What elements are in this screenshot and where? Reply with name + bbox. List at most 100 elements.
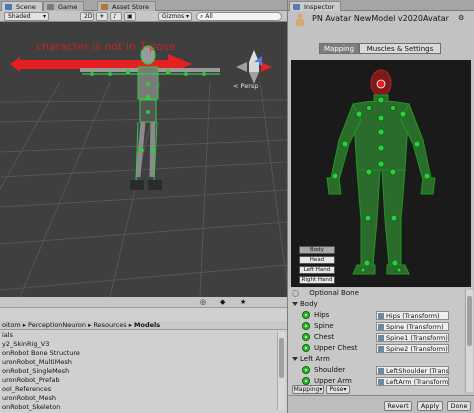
crumb-1[interactable]: PerceptionNeuron bbox=[28, 321, 86, 329]
list-item[interactable]: uronRobot_Prefab bbox=[2, 376, 60, 385]
speaker-icon: ♪ bbox=[113, 13, 117, 20]
gizmos-dropdown[interactable]: Gizmos ▾ bbox=[158, 12, 192, 21]
bone-status-icon bbox=[302, 344, 310, 352]
search-placeholder: All bbox=[205, 13, 213, 20]
crumb-3[interactable]: Models bbox=[134, 321, 160, 329]
bone-label: Spine bbox=[314, 322, 334, 330]
chevron-down-icon: ▾ bbox=[319, 386, 323, 393]
bone-label: Upper Chest bbox=[314, 344, 358, 352]
list-item[interactable]: uronRobot_MultiMesh bbox=[2, 358, 72, 367]
optional-bone-label: Optional Bone bbox=[309, 289, 359, 297]
crumb-0[interactable]: oitom bbox=[2, 321, 21, 329]
tab-game[interactable]: Game bbox=[43, 1, 85, 11]
bone-field-upper-arm[interactable]: LeftArm (Transform) bbox=[376, 377, 449, 386]
list-item[interactable]: onRobot Bone Structure bbox=[2, 349, 80, 358]
avatar-icon bbox=[294, 13, 306, 26]
bone-label: Chest bbox=[314, 333, 335, 341]
persp-label[interactable]: < Persp bbox=[233, 82, 258, 90]
list-item[interactable]: onRobot_Skeleton bbox=[2, 403, 60, 412]
done-button[interactable]: Done bbox=[447, 401, 471, 411]
list-item[interactable]: ool_References bbox=[2, 385, 51, 394]
scene-toolbar: Shaded ▾ 2D ☀ ♪ ▣ Gizmos ▾ ⌕ All bbox=[0, 11, 287, 22]
bone-field-value: Hips (Transform) bbox=[386, 312, 440, 320]
tab-muscles-settings[interactable]: Muscles & Settings bbox=[359, 43, 441, 54]
list-item[interactable]: onRobot_SingleMesh bbox=[2, 367, 69, 376]
bone-field-upper-chest[interactable]: Spine2 (Transform) bbox=[376, 344, 449, 353]
bone-field-spine[interactable]: Spine (Transform) bbox=[376, 322, 449, 331]
tpose-warning: character is not in T-pose bbox=[36, 40, 176, 53]
orientation-gizmo[interactable] bbox=[236, 50, 272, 84]
inspector-footer: Mapping▾ Pose▾ Revert Apply Done bbox=[288, 385, 474, 413]
bone-field-value: Spine (Transform) bbox=[386, 323, 444, 331]
label-icon[interactable]: ◆ bbox=[220, 298, 225, 306]
avatar-body-view[interactable]: Body Head Left Hand Right Hand bbox=[291, 60, 471, 287]
left-hand-view-button[interactable]: Left Hand bbox=[299, 266, 335, 274]
bone-field-chest[interactable]: Spine1 (Transform) bbox=[376, 333, 449, 342]
search-icon: ⌕ bbox=[200, 13, 204, 20]
asset-store-icon bbox=[101, 4, 108, 10]
effects-toggle[interactable]: ▣ bbox=[124, 12, 136, 21]
bone-mapping-list: Optional Bone Body Hips Hips (Transform)… bbox=[288, 288, 464, 394]
apply-button[interactable]: Apply bbox=[417, 401, 443, 411]
section-body[interactable]: Body bbox=[292, 299, 318, 309]
tab-asset-store-label: Asset Store bbox=[112, 3, 150, 11]
scene-icon bbox=[5, 4, 12, 10]
section-left-arm-title: Left Arm bbox=[300, 355, 330, 363]
list-item[interactable]: ials bbox=[2, 331, 13, 340]
bone-status-icon bbox=[302, 377, 310, 385]
shading-label: Shaded bbox=[8, 13, 31, 20]
filter-icon[interactable]: ◎ bbox=[200, 298, 206, 306]
project-panel: ◎ ◆ ★ oitom ▸ PerceptionNeuron ▸ Resourc… bbox=[0, 297, 287, 413]
gizmos-label: Gizmos bbox=[162, 13, 185, 20]
chevron-down-icon: ▾ bbox=[343, 386, 347, 393]
mode-2d-button[interactable]: 2D bbox=[80, 12, 94, 21]
tab-asset-store[interactable]: Asset Store bbox=[97, 1, 157, 11]
tab-scene[interactable]: Scene bbox=[1, 1, 43, 11]
list-item[interactable]: y2_SkinRig_V3 bbox=[2, 340, 49, 349]
mapping-dropdown-label: Mapping bbox=[293, 386, 320, 393]
head-view-button[interactable]: Head bbox=[299, 256, 335, 264]
scrollbar-thumb[interactable] bbox=[279, 338, 284, 378]
tab-game-label: Game bbox=[58, 3, 78, 11]
light-toggle[interactable]: ☀ bbox=[96, 12, 108, 21]
section-left-arm[interactable]: Left Arm bbox=[292, 354, 330, 364]
mode-2d-label: 2D bbox=[84, 13, 93, 20]
mapping-dropdown[interactable]: Mapping▾ bbox=[292, 385, 324, 394]
project-scrollbar[interactable] bbox=[277, 332, 285, 410]
bone-field-shoulder[interactable]: LeftShoulder (Transform) bbox=[376, 366, 449, 375]
star-icon[interactable]: ★ bbox=[240, 298, 246, 306]
list-item[interactable]: uronRobot_Mesh bbox=[2, 394, 56, 403]
bone-status-icon bbox=[302, 366, 310, 374]
audio-toggle[interactable]: ♪ bbox=[110, 12, 122, 21]
scene-search-input[interactable]: ⌕ All bbox=[196, 12, 282, 21]
chevron-down-icon: ▾ bbox=[42, 13, 46, 20]
bone-field-value: Spine2 (Transform) bbox=[386, 345, 448, 353]
settings-gear-icon[interactable]: ⚙ bbox=[458, 14, 464, 22]
bone-label: Hips bbox=[314, 311, 330, 319]
bone-field-value: LeftArm (Transform) bbox=[386, 378, 449, 386]
inspector-panel: Inspector PN Avatar NewModel v2020Avatar… bbox=[287, 0, 474, 413]
right-hand-view-button[interactable]: Right Hand bbox=[299, 276, 335, 284]
inspector-tab-bar: Inspector bbox=[288, 0, 474, 11]
body-view-button[interactable]: Body bbox=[299, 246, 335, 254]
bone-field-hips[interactable]: Hips (Transform) bbox=[376, 311, 449, 320]
tab-inspector[interactable]: Inspector bbox=[289, 1, 342, 11]
revert-button[interactable]: Revert bbox=[384, 401, 412, 411]
inspector-scrollbar[interactable] bbox=[465, 290, 473, 392]
bone-status-icon bbox=[302, 322, 310, 330]
image-icon: ▣ bbox=[127, 13, 133, 20]
pose-dropdown[interactable]: Pose▾ bbox=[326, 385, 350, 394]
section-body-title: Body bbox=[300, 300, 318, 308]
bone-field-value: LeftShoulder (Transform) bbox=[386, 367, 449, 375]
bone-field-value: Spine1 (Transform) bbox=[386, 334, 448, 342]
scene-viewport[interactable]: character is not in T-pose < Persp bbox=[0, 22, 287, 297]
scene-render bbox=[0, 45, 287, 297]
crumb-2[interactable]: Resources bbox=[93, 321, 126, 329]
tab-inspector-label: Inspector bbox=[304, 3, 335, 11]
bone-label: Shoulder bbox=[314, 366, 346, 374]
game-icon bbox=[47, 4, 54, 10]
tab-mapping[interactable]: Mapping bbox=[319, 43, 359, 54]
chevron-down-icon: ▾ bbox=[186, 13, 190, 20]
scrollbar-thumb[interactable] bbox=[467, 296, 472, 346]
shading-dropdown[interactable]: Shaded ▾ bbox=[4, 12, 49, 21]
